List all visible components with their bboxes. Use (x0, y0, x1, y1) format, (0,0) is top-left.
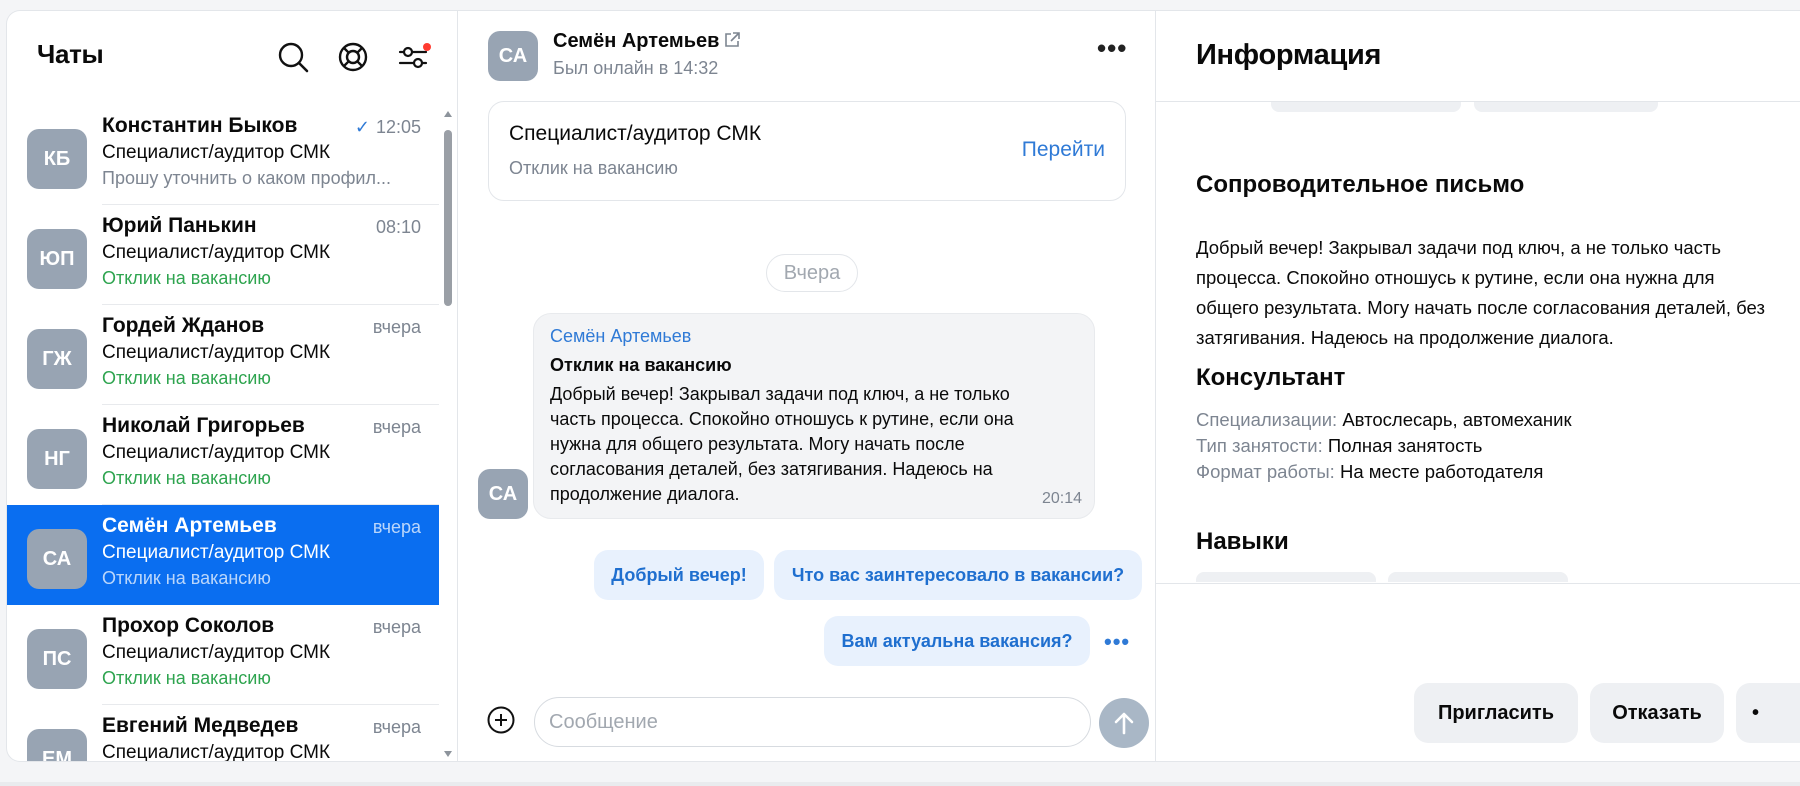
chat-list-scrollbar[interactable] (441, 105, 455, 761)
filter-unread-dot (423, 43, 431, 51)
avatar: ГЖ (27, 329, 87, 389)
avatar: ПС (27, 629, 87, 689)
info-title: Информация (1196, 39, 1382, 71)
chat-vacancy: Специалист/аудитор СМК (102, 442, 331, 463)
quick-reply-button[interactable]: Добрый вечер! (594, 550, 764, 600)
chat-preview: Отклик на вакансию (102, 268, 271, 288)
external-link-icon (725, 32, 741, 47)
scroll-down-icon[interactable] (444, 751, 452, 757)
send-button[interactable] (1099, 698, 1149, 748)
chat-time: вчера (372, 417, 421, 437)
quick-reply-button[interactable]: Вам актуальна вакансия? (824, 616, 1090, 666)
skills-title: Навыки (1196, 528, 1289, 555)
chat-time: вчера (372, 617, 421, 637)
plus-circle-icon[interactable] (486, 705, 516, 735)
chat-name: Николай Григорьев (102, 414, 305, 437)
message-text: Добрый вечер! Закрывал задачи под ключ, … (550, 384, 1014, 504)
specializations-row: Специализации: Автослесарь, автомеханик (1196, 409, 1572, 430)
vacancy-card: Специалист/аудитор СМК Отклик на ваканси… (488, 101, 1126, 201)
avatar: ЮП (27, 229, 87, 289)
vacancy-subtitle: Отклик на вакансию (509, 158, 678, 178)
consultant-title: Консультант (1196, 364, 1346, 391)
chat-item-active[interactable]: СА Семён Артемьев вчера Специалист/аудит… (7, 505, 439, 605)
chat-name: Гордей Жданов (102, 314, 265, 337)
chat-time: вчера (372, 317, 421, 337)
date-divider: Вчера (766, 254, 858, 292)
chat-vacancy: Специалист/аудитор СМК (102, 242, 331, 263)
avatar: СА (27, 529, 87, 589)
chat-vacancy: Специалист/аудитор СМК (102, 642, 331, 663)
chat-list-panel: Чаты КБ Константин Быков ✓ 12:05 Специали… (7, 11, 458, 762)
quick-reply-button[interactable]: Что вас заинтересовало в вакансии? (774, 550, 1142, 600)
message-input[interactable] (534, 697, 1091, 747)
cover-letter-text: Добрый вечер! Закрывал задачи под ключ, … (1196, 237, 1765, 348)
chat-time: вчера (372, 717, 421, 737)
send-arrow-icon (1114, 712, 1134, 735)
open-vacancy-link[interactable]: Перейти (1022, 138, 1105, 162)
message-heading: Отклик на вакансию (550, 355, 732, 375)
scroll-thumb[interactable] (444, 130, 452, 306)
chat-vacancy: Специалист/аудитор СМК (102, 542, 331, 563)
divider (1156, 583, 1800, 584)
support-icon[interactable] (335, 39, 371, 75)
avatar: КБ (27, 129, 87, 189)
work-format-row: Формат работы: На месте работодателя (1196, 461, 1544, 482)
chat-time: 08:10 (375, 217, 421, 237)
chat-vacancy: Специалист/аудитор СМК (102, 142, 331, 163)
chat-preview: Отклик на вакансию (102, 368, 271, 388)
chat-time: ✓ 12:05 (354, 117, 421, 137)
window-bottom-edge (0, 782, 1800, 786)
chat-item[interactable]: ЮП Юрий Панькин 08:10 Специалист/аудитор… (7, 205, 439, 305)
avatar: ЕМ (27, 729, 87, 761)
chat-time: вчера (372, 517, 421, 537)
chat-item[interactable]: ПС Прохор Соколов вчера Специалист/аудит… (7, 605, 439, 705)
chat-preview: Отклик на вакансию (102, 668, 271, 688)
chat-preview: Отклик на вакансию (102, 568, 271, 588)
contact-status: Был онлайн в 14:32 (553, 58, 719, 78)
message-time: 20:14 (1041, 490, 1082, 507)
chat-item[interactable]: НГ Николай Григорьев вчера Специалист/ау… (7, 405, 439, 505)
filter-icon[interactable] (395, 39, 431, 75)
chat-preview: Отклик на вакансию (102, 468, 271, 488)
skill-chip (1388, 572, 1568, 582)
chat-name: Семён Артемьев (102, 514, 277, 537)
more-replies-icon[interactable]: ••• (1104, 629, 1130, 655)
contact-name-link[interactable]: Семён Артемьев (553, 30, 741, 53)
avatar: СА (488, 31, 538, 81)
conversation-panel: СА Семён Артемьев Был онлайн в 14:32 •••… (458, 11, 1156, 761)
scroll-up-icon[interactable] (444, 111, 452, 117)
tag-chip (1271, 102, 1461, 112)
chat-name: Прохор Соколов (102, 614, 275, 637)
chat-name: Юрий Панькин (102, 214, 257, 237)
reject-button[interactable]: Отказать (1590, 683, 1724, 743)
chat-item[interactable]: ГЖ Гордей Жданов вчера Специалист/аудито… (7, 305, 439, 405)
chat-name: Евгений Медведев (102, 714, 299, 737)
chat-preview: Прошу уточнить о каком профил... (102, 168, 391, 188)
more-actions-button[interactable]: • (1736, 683, 1800, 743)
avatar: СА (478, 469, 528, 519)
chat-name: Константин Быков (102, 114, 298, 137)
chat-list-title: Чаты (37, 39, 104, 69)
invite-button[interactable]: Пригласить (1414, 683, 1578, 743)
search-icon[interactable] (275, 39, 311, 75)
read-check-icon: ✓ (354, 117, 370, 137)
chat-vacancy: Специалист/аудитор СМК (102, 742, 331, 762)
employment-row: Тип занятости: Полная занятость (1196, 435, 1483, 456)
avatar: НГ (27, 429, 87, 489)
vacancy-title: Специалист/аудитор СМК (509, 122, 762, 145)
chat-vacancy: Специалист/аудитор СМК (102, 342, 331, 363)
chat-list-header: Чаты (7, 11, 458, 103)
tag-chip (1474, 102, 1658, 112)
info-panel: Информация Сопроводительное письмо Добры… (1156, 11, 1800, 761)
cover-letter-title: Сопроводительное письмо (1196, 171, 1525, 198)
skill-chip (1196, 572, 1376, 582)
chat-item[interactable]: ЕМ Евгений Медведев вчера Специалист/ауд… (7, 705, 439, 762)
more-icon[interactable]: ••• (1097, 35, 1127, 61)
messenger-app: Чаты КБ Константин Быков ✓ 12:05 Специали… (6, 10, 1800, 762)
message-bubble: Семён Артемьев Отклик на вакансию Добрый… (533, 313, 1095, 519)
chat-item[interactable]: КБ Константин Быков ✓ 12:05 Специалист/ау… (7, 105, 439, 205)
message-author[interactable]: Семён Артемьев (550, 326, 691, 347)
chat-list: КБ Константин Быков ✓ 12:05 Специалист/ау… (7, 105, 439, 762)
